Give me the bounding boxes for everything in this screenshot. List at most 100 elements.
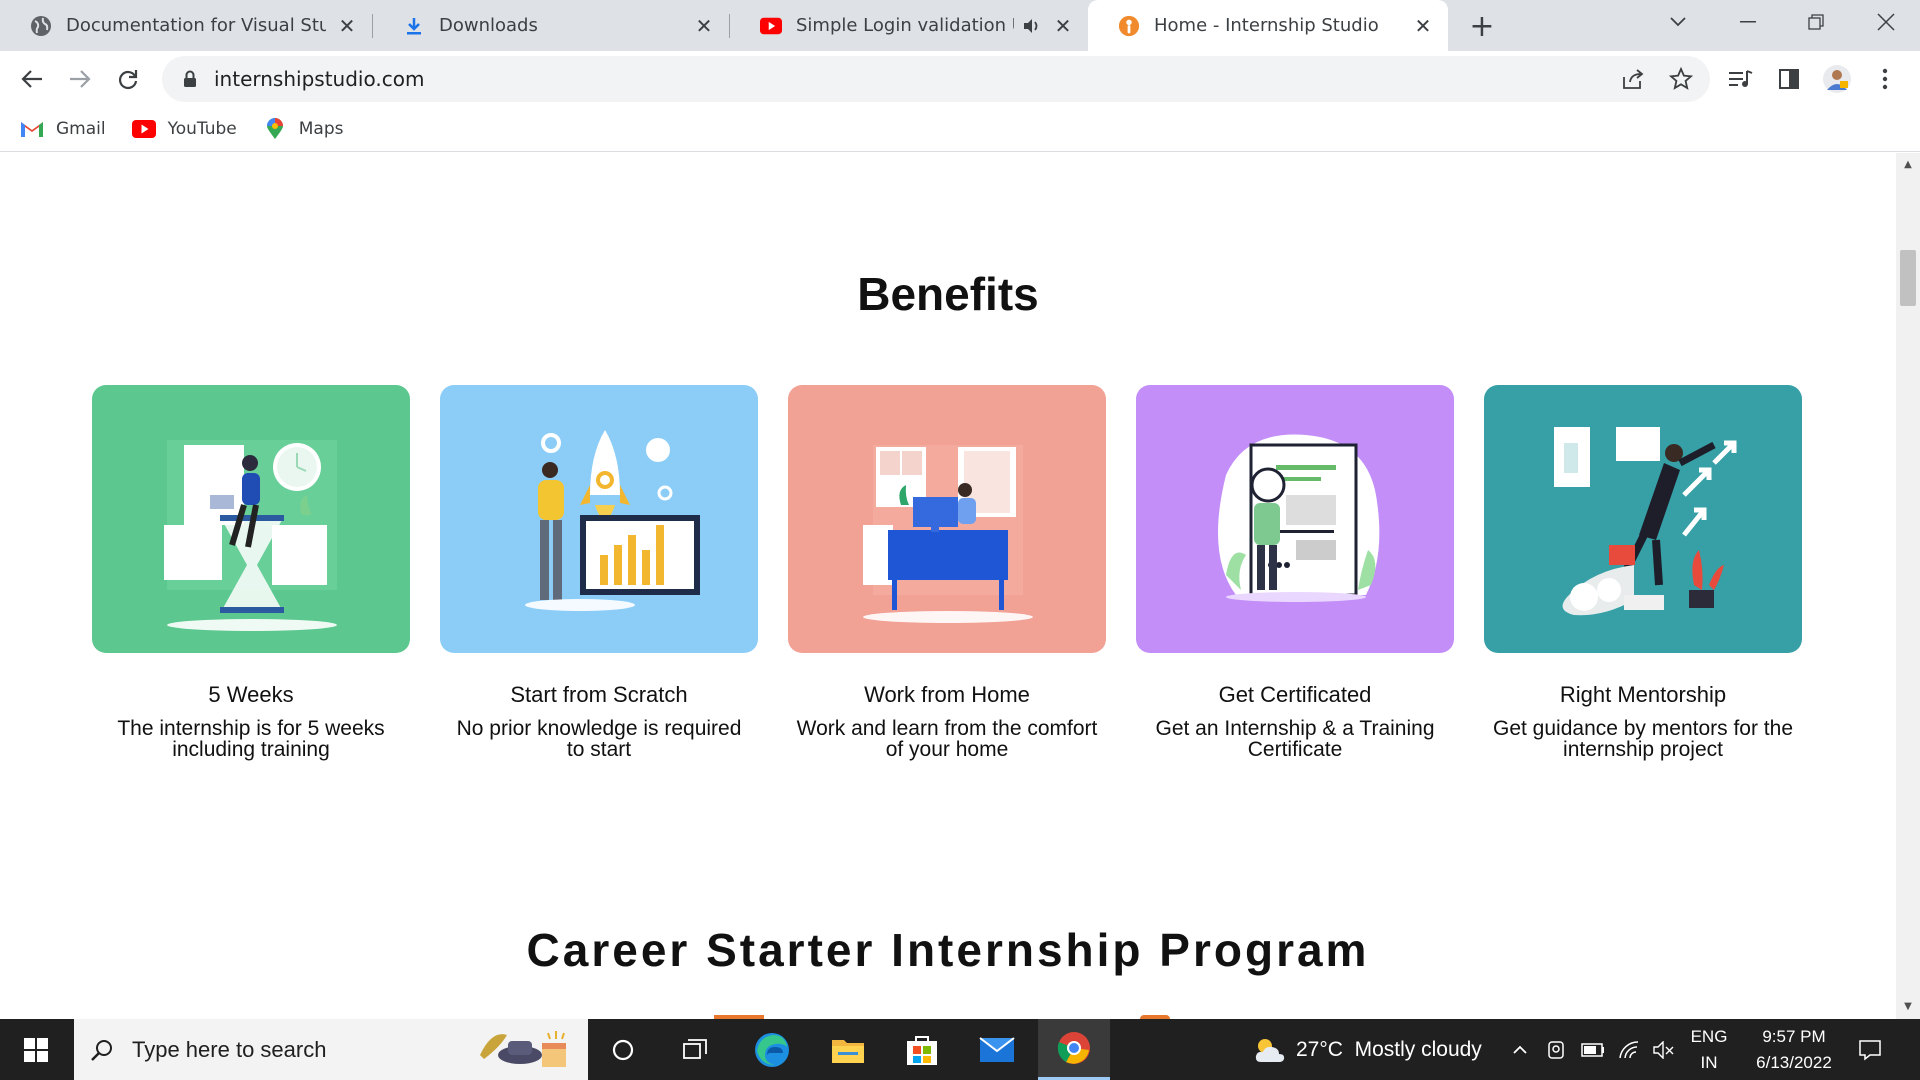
globe-icon [30,15,52,37]
region-code: IN [1700,1052,1718,1072]
wifi-icon[interactable] [1616,1019,1644,1080]
taskbar-search-box[interactable]: Type here to search [74,1019,588,1080]
rocket-launch-illustration [440,385,758,653]
browser-toolbar: internshipstudio.com [0,51,1920,106]
cortana-icon[interactable] [593,1019,653,1080]
download-icon [403,15,425,37]
microsoft-store-icon[interactable] [890,1019,954,1080]
weather-text[interactable]: 27°C Mostly cloudy [1296,1019,1492,1080]
tab-title: Downloads [439,15,538,36]
menu-kebab-icon[interactable] [1870,64,1900,94]
restore-button[interactable] [1786,0,1846,44]
bookmarks-bar: Gmail YouTube Maps [0,106,1920,152]
battery-icon[interactable] [1578,1019,1608,1080]
benefit-description: The internship is for 5 weeks including … [117,717,385,761]
benefit-title: Start from Scratch [510,682,688,707]
profile-avatar[interactable] [1822,64,1852,94]
page-scrollbar[interactable]: ▲ ▼ [1896,153,1920,1019]
close-window-button[interactable] [1856,0,1916,44]
scroll-down-arrow-icon[interactable]: ▼ [1902,1001,1914,1013]
man-on-hourglass-illustration [92,385,410,653]
youtube-icon [760,15,782,37]
meet-now-icon[interactable] [1543,1019,1569,1080]
share-icon[interactable] [1620,66,1646,92]
benefit-card-get-certificated: Get Certificated Get an Internship & a T… [1136,385,1454,760]
benefit-description: No prior knowledge is required to start [456,717,742,761]
new-tab-button[interactable]: + [1466,9,1498,44]
show-hidden-icons-chevron-icon[interactable] [1508,1019,1532,1080]
bookmark-label: Gmail [56,118,106,139]
address-bar[interactable]: internshipstudio.com [162,56,1710,102]
benefit-card-work-from-home: Work from Home Work and learn from the c… [788,385,1106,760]
bookmark-youtube[interactable]: YouTube [131,118,237,139]
search-icon [90,1038,114,1062]
forward-button[interactable] [60,59,100,99]
clock-date: 6/13/2022 [1756,1052,1832,1072]
tab-search-chevron-icon[interactable] [1648,0,1708,44]
weather-icon[interactable] [1250,1019,1290,1080]
media-controls-icon[interactable] [1726,64,1756,94]
language-indicator[interactable]: ENG IN [1682,1019,1736,1080]
clock-time: 9:57 PM [1762,1026,1826,1046]
minimize-button[interactable] [1718,0,1778,44]
desk-work-illustration [788,385,1106,653]
tab-documentation[interactable]: Documentation for Visual Studio ✕ [0,0,372,51]
certificate-illustration [1136,385,1454,653]
search-placeholder[interactable]: Type here to search [132,1037,326,1063]
benefit-title: Right Mentorship [1559,682,1727,707]
close-tab-icon[interactable]: ✕ [1412,14,1434,38]
bookmark-maps[interactable]: Maps [263,117,344,139]
close-tab-icon[interactable]: ✕ [1052,14,1074,38]
clock[interactable]: 9:57 PM 6/13/2022 [1742,1019,1846,1080]
volume-muted-icon[interactable] [1650,1019,1678,1080]
career-program-heading: Career Starter Internship Program [526,924,1370,976]
scrollbar-thumb[interactable] [1900,250,1916,306]
bookmark-star-icon[interactable] [1668,66,1694,92]
tab-title: Simple Login validation Using [796,15,1014,36]
bookmark-label: YouTube [167,118,237,139]
reload-button[interactable] [108,59,148,99]
tab-strip: Documentation for Visual Studio ✕ Downlo… [0,0,1920,51]
search-highlight-illustration [472,1025,578,1077]
mail-icon[interactable] [965,1019,1029,1080]
bookmark-label: Maps [298,118,344,139]
tab-downloads[interactable]: Downloads ✕ [373,0,729,51]
benefit-description: Get an Internship & a Training Certifica… [1155,717,1435,761]
language-code: ENG [1690,1026,1728,1046]
url-text[interactable]: internshipstudio.com [214,67,424,91]
back-button[interactable] [12,59,52,99]
edge-browser-icon[interactable] [742,1019,802,1080]
benefit-description: Work and learn from the comfort of your … [796,717,1098,761]
web-page: Benefits 5 Weeks The internship is for 5… [0,153,1896,1019]
close-tab-icon[interactable]: ✕ [336,14,358,38]
benefit-title: Get Certificated [1218,682,1372,707]
maps-icon [263,117,287,139]
task-view-icon[interactable] [665,1019,725,1080]
speaker-icon[interactable] [1020,15,1042,37]
gmail-icon [20,119,44,139]
benefit-card-right-mentorship: Right Mentorship Get guidance by mentors… [1484,385,1802,760]
file-explorer-icon[interactable] [816,1019,880,1080]
chrome-taskbar-icon[interactable] [1038,1019,1110,1080]
benefit-description: Get guidance by mentors for the internsh… [1493,717,1793,761]
benefit-title: Work from Home [864,682,1030,707]
tab-title: Documentation for Visual Studio [66,15,326,36]
start-button[interactable] [0,1019,72,1080]
tab-youtube-video[interactable]: Simple Login validation Using ✕ [730,0,1088,51]
tab-internship-studio[interactable]: Home - Internship Studio ✕ [1088,0,1448,51]
benefit-card-5-weeks: 5 Weeks The internship is for 5 weeks in… [92,385,410,760]
benefits-heading: Benefits [857,268,1039,320]
flying-businessman-illustration [1484,385,1802,653]
notifications-icon[interactable] [1848,1019,1892,1080]
youtube-icon [131,119,156,139]
side-panel-icon[interactable] [1774,64,1804,94]
bookmark-gmail[interactable]: Gmail [20,119,106,139]
lock-icon[interactable] [180,69,200,89]
scroll-up-arrow-icon[interactable]: ▲ [1902,159,1914,171]
windows-taskbar: Type here to search 27°C Mostly cloudy E… [0,1019,1920,1080]
benefit-title: 5 Weeks [208,682,294,707]
internship-studio-icon [1118,15,1140,37]
close-tab-icon[interactable]: ✕ [693,14,715,38]
benefit-card-start-from-scratch: Start from Scratch No prior knowledge is… [440,385,758,760]
tab-title: Home - Internship Studio [1154,15,1379,36]
